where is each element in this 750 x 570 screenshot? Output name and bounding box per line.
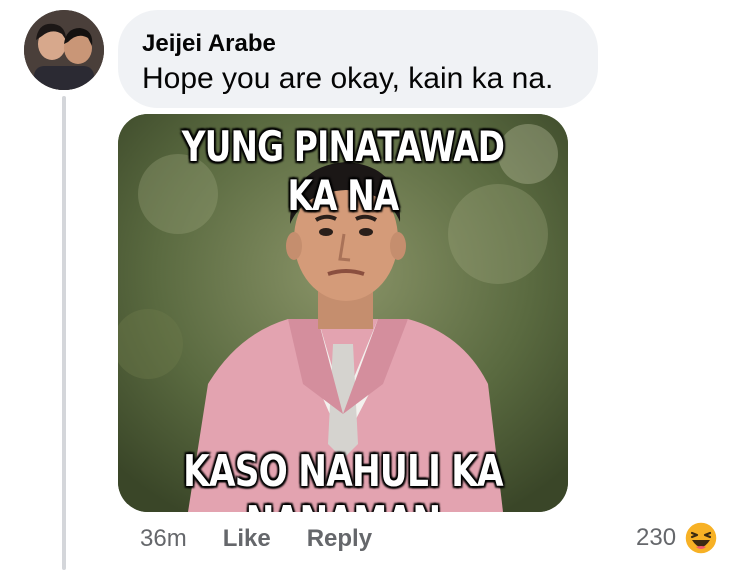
- reaction-summary[interactable]: 230: [636, 518, 718, 558]
- avatar-photo: [24, 10, 104, 90]
- like-button[interactable]: Like: [223, 525, 271, 553]
- meme-caption-top: YUNG PINATAWAD KA NA: [181, 122, 505, 220]
- comment-timestamp[interactable]: 36m: [140, 525, 187, 553]
- meme-image[interactable]: YUNG PINATAWAD KA NA KASO NAHULI KA NANA…: [118, 114, 568, 512]
- reply-button[interactable]: Reply: [307, 525, 372, 553]
- haha-icon: [684, 521, 718, 555]
- comment-actions: 36m Like Reply: [140, 522, 408, 556]
- avatar[interactable]: [24, 10, 104, 90]
- thread-line: [62, 96, 66, 570]
- comment-bubble: Jeijei Arabe Hope you are okay, kain ka …: [118, 10, 598, 108]
- author-name[interactable]: Jeijei Arabe: [142, 30, 276, 58]
- meme-caption-bottom: KASO NAHULI KA NANAMAN: [183, 446, 503, 512]
- reaction-count: 230: [636, 524, 677, 551]
- comment-text: Hope you are okay, kain ka na.: [142, 62, 554, 95]
